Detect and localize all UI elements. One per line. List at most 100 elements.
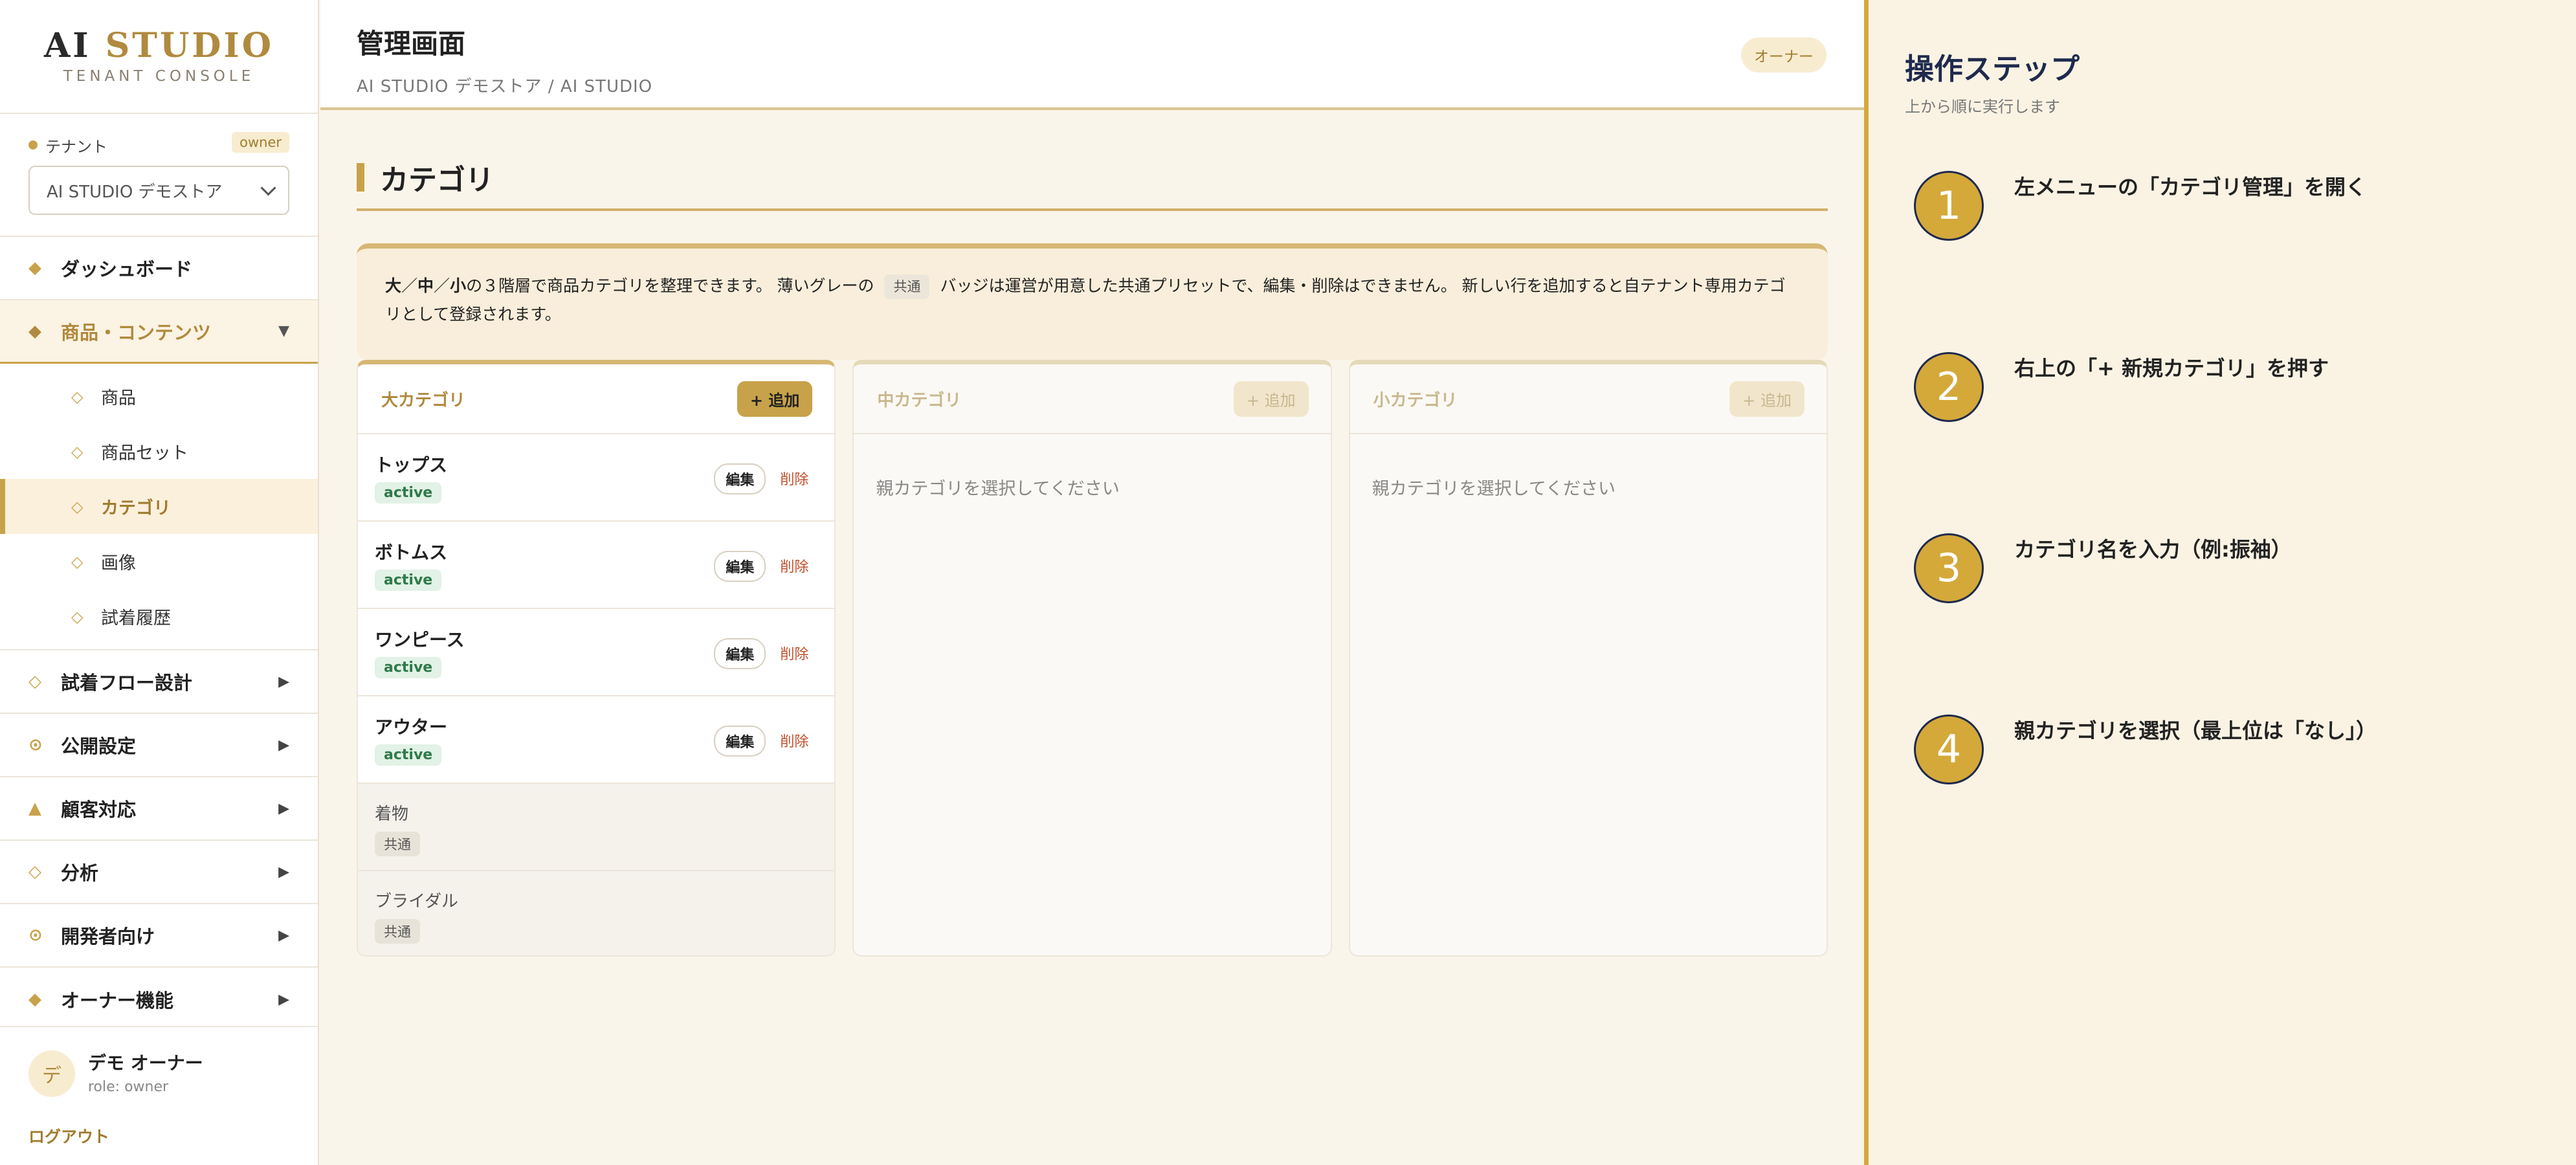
- step-text: 親カテゴリを選択（最上位は「なし」）: [2014, 718, 2377, 743]
- tenant-role-badge: owner: [232, 132, 289, 153]
- user-box: デ デモ オーナー role: owner ログアウト: [0, 1026, 318, 1165]
- shared-category-row[interactable]: 着物 共通: [358, 784, 835, 871]
- nav-support[interactable]: ▲ 顧客対応 ▶: [0, 777, 318, 841]
- user-role: role: owner: [88, 1079, 169, 1095]
- nav-publish[interactable]: ⊙ 公開設定 ▶: [0, 714, 318, 777]
- step-number: 2: [1914, 352, 1984, 422]
- info-level-small: 小: [450, 276, 467, 295]
- category-name: ブライダル: [375, 892, 458, 911]
- step-number: 1: [1914, 171, 1984, 241]
- target-icon: ⊙: [28, 735, 43, 755]
- user-name: デモ オーナー: [88, 1052, 203, 1074]
- delete-button[interactable]: 削除: [780, 643, 808, 663]
- column-title: 中カテゴリ: [877, 390, 962, 410]
- tenant-select[interactable]: AI STUDIO デモストア: [28, 166, 289, 215]
- header: 管理画面 AI STUDIO デモストア / AI STUDIO オーナー: [320, 0, 1864, 110]
- add-large-category-button[interactable]: + 追加: [737, 381, 813, 417]
- diamond-outline-icon: ◇: [71, 387, 83, 406]
- sidebar-item-label: 商品: [101, 388, 136, 408]
- info-sep: ／: [401, 276, 418, 295]
- shared-badge: 共通: [375, 832, 420, 856]
- category-row[interactable]: トップス active 編集 削除: [358, 434, 835, 522]
- brand-title-main: AI: [43, 26, 91, 65]
- caret-right-icon: ▶: [278, 673, 289, 690]
- empty-placeholder: 親カテゴリを選択してください: [876, 479, 1120, 499]
- category-name: 着物: [375, 804, 409, 824]
- tenant-select-value: AI STUDIO デモストア: [47, 182, 223, 202]
- delete-button[interactable]: 削除: [780, 730, 808, 751]
- nav-developer[interactable]: ⊙ 開発者向け ▶: [0, 904, 318, 968]
- logout-link[interactable]: ログアウト: [28, 1124, 109, 1148]
- nav-tryon-flow[interactable]: ◇ 試着フロー設計 ▶: [0, 650, 318, 714]
- diamond-outline-icon: ◇: [28, 672, 41, 691]
- status-badge: active: [375, 657, 442, 678]
- category-name: ワンピース: [375, 629, 465, 650]
- shared-badge: 共通: [375, 919, 420, 944]
- brand-subtitle: TENANT CONSOLE: [63, 68, 255, 85]
- edit-button[interactable]: 編集: [714, 551, 766, 582]
- nav-tryon-flow-label: 試着フロー設計: [61, 672, 193, 694]
- tenant-dot-icon: [28, 140, 38, 150]
- steps-panel: 操作ステップ 上から順に実行します 1 左メニューの「カテゴリ管理」を開く 2 …: [1864, 0, 2576, 1165]
- title-accent-bar: [357, 163, 364, 192]
- step-number: 3: [1914, 533, 1984, 603]
- sidebar-item-images[interactable]: ◇ 画像: [0, 534, 318, 589]
- empty-placeholder: 親カテゴリを選択してください: [1371, 479, 1616, 499]
- edit-button[interactable]: 編集: [714, 638, 766, 669]
- breadcrumb: AI STUDIO デモストア / AI STUDIO: [357, 77, 653, 96]
- step-number: 4: [1914, 715, 1984, 784]
- add-medium-category-button[interactable]: + 追加: [1233, 381, 1309, 417]
- nav-owner[interactable]: ◆ オーナー機能 ▶: [0, 968, 318, 1031]
- nav-products-label: 商品・コンテンツ: [61, 321, 212, 344]
- info-text-1: の３階層で商品カテゴリを整理できます。 薄いグレーの: [466, 276, 874, 295]
- caret-right-icon: ▶: [278, 863, 289, 880]
- category-name: トップス: [375, 454, 448, 476]
- diamond-icon: ◆: [28, 258, 41, 278]
- steps-subtitle: 上から順に実行します: [1905, 98, 2060, 116]
- column-header: 小カテゴリ + 追加: [1349, 364, 1827, 434]
- diamond-icon: ◆: [28, 321, 41, 341]
- nav-products-group[interactable]: ◆ 商品・コンテンツ ▼: [0, 300, 318, 364]
- caret-right-icon: ▶: [278, 800, 289, 817]
- page-title-section: カテゴリ: [357, 110, 1828, 211]
- category-name: アウター: [375, 716, 448, 738]
- tenant-label: テナント: [45, 137, 107, 156]
- caret-down-icon: ▼: [278, 323, 289, 339]
- add-small-category-button[interactable]: + 追加: [1729, 381, 1804, 417]
- avatar: デ: [28, 1050, 75, 1097]
- sidebar-item-product-sets[interactable]: ◇ 商品セット: [0, 424, 318, 479]
- nav-analytics[interactable]: ◇ 分析 ▶: [0, 841, 318, 904]
- sidebar-item-label: 商品セット: [101, 443, 188, 463]
- sidebar-item-tryon-history[interactable]: ◇ 試着履歴: [0, 589, 318, 644]
- status-badge: active: [375, 744, 442, 766]
- sidebar-item-products[interactable]: ◇ 商品: [0, 369, 318, 424]
- delete-button[interactable]: 削除: [780, 555, 808, 576]
- edit-button[interactable]: 編集: [714, 726, 766, 757]
- status-badge: active: [375, 570, 442, 591]
- brand-logo: AI STUDIO: [0, 26, 318, 65]
- caret-right-icon: ▶: [278, 737, 289, 753]
- steps-title: 操作ステップ: [1905, 52, 2080, 86]
- small-category-column: 小カテゴリ + 追加 親カテゴリを選択してください: [1348, 360, 1828, 957]
- step-item: 4 親カテゴリを選択（最上位は「なし」）: [1914, 715, 2548, 792]
- large-category-column: 大カテゴリ + 追加 トップス active 編集 削除 ボトムス active…: [357, 360, 836, 957]
- category-row[interactable]: アウター active 編集 削除: [358, 696, 835, 784]
- info-box: 大／中／小の３階層で商品カテゴリを整理できます。 薄いグレーの 共通 バッジは運…: [357, 243, 1828, 360]
- step-item: 3 カテゴリ名を入力（例:振袖）: [1914, 533, 2548, 611]
- info-sep: ／: [434, 276, 450, 295]
- header-title: 管理画面: [357, 28, 466, 60]
- category-row[interactable]: ボトムス active 編集 削除: [358, 522, 835, 609]
- delete-button[interactable]: 削除: [780, 468, 808, 489]
- sidebar-item-categories[interactable]: ◇ カテゴリ: [0, 479, 318, 534]
- category-row[interactable]: ワンピース active 編集 削除: [358, 609, 835, 696]
- brand: AI STUDIO TENANT CONSOLE: [0, 0, 318, 114]
- edit-button[interactable]: 編集: [714, 463, 766, 494]
- nav-dashboard[interactable]: ◆ ダッシュボード: [0, 237, 318, 300]
- medium-category-column: 中カテゴリ + 追加 親カテゴリを選択してください: [852, 360, 1332, 957]
- shared-category-row[interactable]: ブライダル 共通: [358, 871, 835, 955]
- nav-publish-label: 公開設定: [61, 735, 137, 757]
- triangle-icon: ▲: [28, 799, 41, 818]
- sidebar-item-label: 試着履歴: [101, 608, 171, 628]
- step-text: カテゴリ名を入力（例:振袖）: [2014, 537, 2292, 562]
- diamond-outline-icon: ◇: [71, 607, 83, 626]
